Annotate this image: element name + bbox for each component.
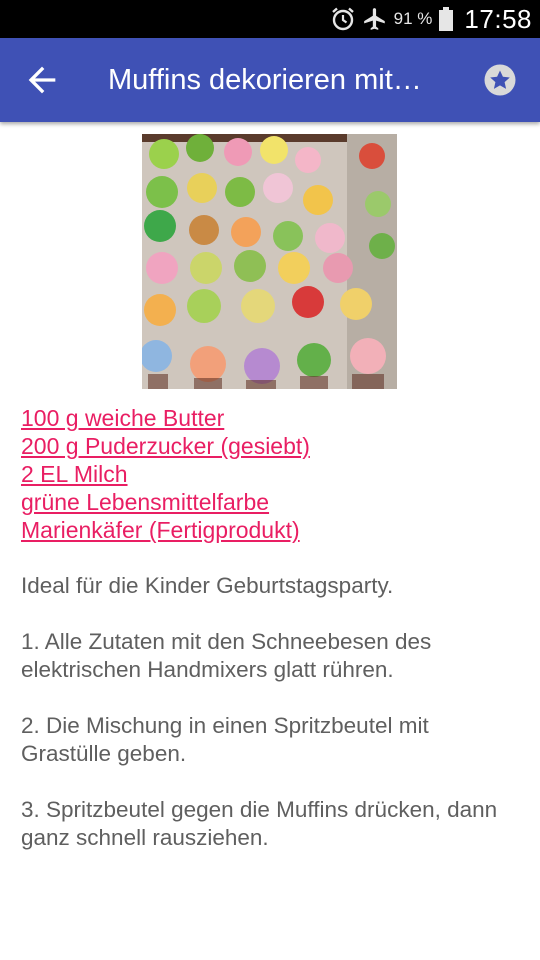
- recipe-image: [142, 134, 397, 389]
- airplane-icon: [362, 6, 388, 32]
- page-title: Muffins dekorieren mit…: [108, 64, 422, 96]
- ingredient-link[interactable]: Marienkäfer (Fertigprodukt): [21, 516, 521, 544]
- ingredients-list: 100 g weiche Butter 200 g Puderzucker (g…: [21, 404, 521, 544]
- ingredient-link[interactable]: grüne Lebensmittelfarbe: [21, 488, 521, 516]
- ingredient-link[interactable]: 100 g weiche Butter: [21, 404, 521, 432]
- clock: 17:58: [464, 3, 532, 34]
- ingredient-link[interactable]: 2 EL Milch: [21, 460, 521, 488]
- favorite-button[interactable]: [482, 62, 518, 98]
- status-icons: 91 % 17:58: [330, 0, 532, 38]
- recipe-step: 1. Alle Zutaten mit den Schneebesen des …: [21, 629, 432, 682]
- arrow-back-icon: [28, 66, 56, 94]
- app-bar: Muffins dekorieren mit…: [0, 38, 540, 122]
- ingredient-link[interactable]: 200 g Puderzucker (gesiebt): [21, 432, 521, 460]
- alarm-icon: [330, 6, 356, 32]
- battery-icon: [438, 7, 454, 31]
- battery-percent: 91 %: [393, 9, 433, 28]
- back-button[interactable]: [22, 60, 62, 100]
- status-bar: 91 % 17:58: [0, 0, 540, 38]
- cupcakes-photo: [142, 134, 397, 389]
- star-icon: [484, 64, 516, 96]
- recipe-step: 2. Die Mischung in einen Spritzbeutel mi…: [21, 713, 429, 766]
- recipe-step: 3. Spritzbeutel gegen die Muffins drücke…: [21, 797, 498, 850]
- recipe-text: Ideal für die Kinder Geburtstagsparty. 1…: [21, 572, 521, 880]
- recipe-intro: Ideal für die Kinder Geburtstagsparty.: [21, 573, 394, 598]
